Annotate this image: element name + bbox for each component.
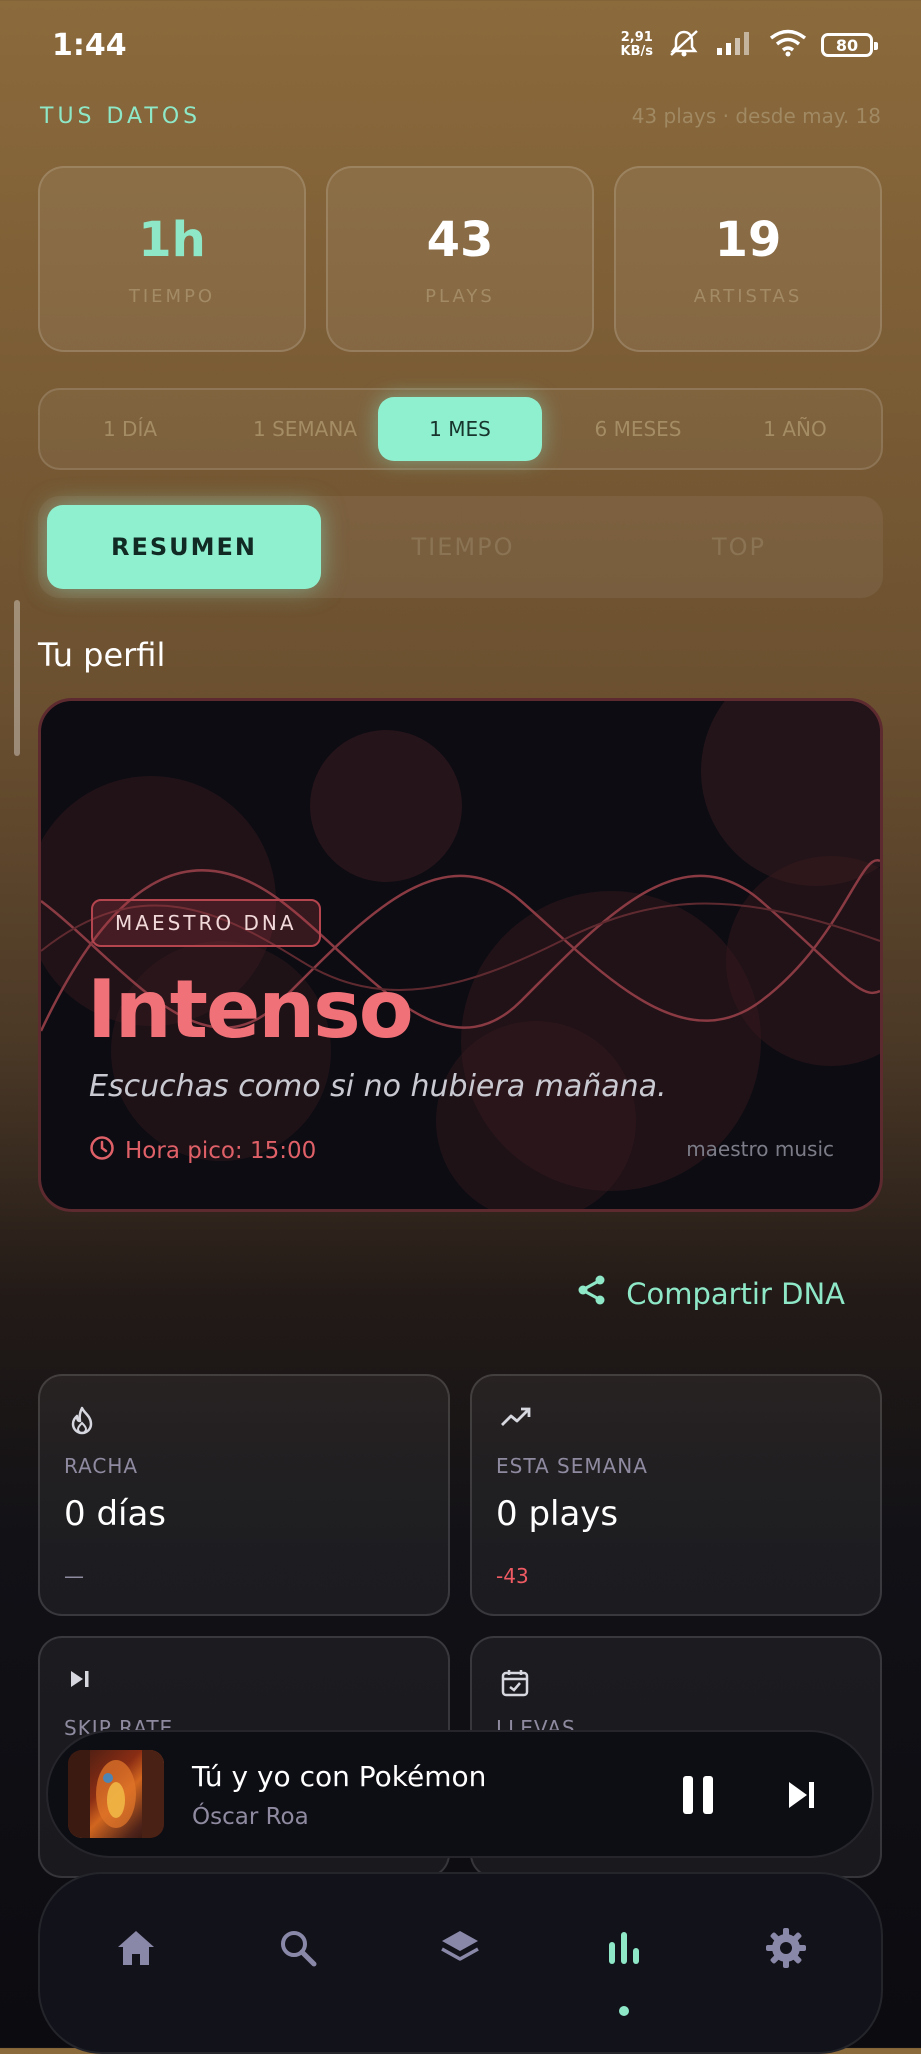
nav-stats[interactable] (594, 1918, 654, 1978)
card-value: 0 días (64, 1494, 167, 1534)
dna-background-art (41, 701, 880, 1209)
range-selector: 1 DÍA 1 SEMANA 1 MES 6 MESES 1 AÑO (38, 388, 883, 470)
wifi-icon (769, 29, 807, 61)
range-option-1-year[interactable]: 1 AÑO (720, 390, 870, 468)
stats-icon (609, 1932, 639, 1964)
tab-tiempo[interactable]: TIEMPO (328, 496, 598, 598)
dna-badge: MAESTRO DNA (91, 899, 321, 947)
now-playing-bar[interactable]: Tú y yo con Pokémon Óscar Roa (46, 1730, 874, 1858)
stat-card-plays: 43 PLAYS (326, 166, 594, 352)
section-label: TUS DATOS (40, 104, 202, 129)
card-label: RACHA (64, 1454, 139, 1478)
calendar-check-icon (500, 1668, 530, 1702)
stat-label: PLAYS (425, 286, 495, 307)
song-title: Tú y yo con Pokémon (192, 1760, 487, 1793)
range-option-1-day[interactable]: 1 DÍA (60, 390, 200, 468)
range-option-1-week[interactable]: 1 SEMANA (220, 390, 390, 468)
stat-card-time: 1h TIEMPO (38, 166, 306, 352)
stat-label: TIEMPO (128, 286, 216, 307)
streak-card: RACHA 0 días — (38, 1374, 450, 1616)
range-option-1-month[interactable]: 1 MES (378, 397, 542, 461)
signal-icon (715, 30, 755, 60)
tab-bar: RESUMEN TIEMPO TOP (38, 496, 883, 598)
next-button[interactable] (786, 1780, 818, 1814)
card-delta: -43 (496, 1564, 529, 1588)
brand-label: maestro music (686, 1137, 834, 1161)
status-time: 1:44 (52, 28, 127, 63)
stat-value: 43 (426, 212, 494, 268)
nav-library[interactable] (430, 1918, 490, 1978)
home-icon (118, 1931, 154, 1965)
bottom-nav (38, 1872, 883, 2054)
stat-label: ARTISTAS (693, 286, 803, 307)
card-label: ESTA SEMANA (496, 1454, 648, 1478)
range-option-6-months[interactable]: 6 MESES (558, 390, 718, 468)
settings-icon (766, 1928, 806, 1968)
dna-title: Intenso (87, 963, 414, 1056)
skip-next-icon (789, 1782, 814, 1808)
stat-value: 1h (138, 212, 206, 268)
nav-home[interactable] (106, 1918, 166, 1978)
nav-active-indicator (619, 2006, 629, 2016)
nav-settings[interactable] (756, 1918, 816, 1978)
trending-up-icon (500, 1406, 532, 1432)
scroll-indicator[interactable] (14, 600, 20, 756)
pause-button[interactable] (680, 1774, 716, 1820)
search-icon (281, 1931, 317, 1967)
this-week-card: ESTA SEMANA 0 plays -43 (470, 1374, 882, 1616)
dna-subtitle: Escuchas como si no hubiera mañana. (89, 1069, 667, 1104)
section-meta: 43 plays · desde may. 18 (631, 104, 881, 128)
album-art (68, 1750, 164, 1838)
stat-card-artists: 19 ARTISTAS (614, 166, 882, 352)
layers-icon (441, 1931, 479, 1961)
dna-card[interactable]: MAESTRO DNA Intenso Escuchas como si no … (38, 698, 883, 1212)
share-icon (576, 1274, 608, 1313)
skip-next-icon (68, 1668, 92, 1694)
peak-hour-label: Hora pico: 15:00 (125, 1138, 317, 1164)
pause-icon (683, 1776, 713, 1814)
share-dna-button[interactable]: Compartir DNA (576, 1274, 845, 1313)
song-artist: Óscar Roa (192, 1804, 309, 1830)
network-speed-unit: KB/s (620, 44, 653, 59)
nav-search[interactable] (268, 1918, 328, 1978)
mute-bell-icon (667, 28, 701, 62)
tab-resumen[interactable]: RESUMEN (47, 505, 321, 589)
card-delta: — (64, 1564, 84, 1588)
profile-heading: Tu perfil (38, 636, 166, 674)
stat-value: 19 (714, 212, 782, 268)
card-value: 0 plays (496, 1494, 619, 1534)
network-speed-value: 2,91 (620, 30, 653, 45)
tab-top[interactable]: TOP (604, 496, 874, 598)
status-icons: 2,91 KB/s 80 (621, 28, 878, 62)
flame-icon (68, 1406, 96, 1440)
clock-icon (89, 1135, 115, 1167)
peak-hour: Hora pico: 15:00 (89, 1135, 316, 1167)
share-label: Compartir DNA (626, 1276, 845, 1311)
network-speed: 2,91 KB/s (621, 31, 653, 59)
battery-indicator: 80 (821, 33, 878, 57)
